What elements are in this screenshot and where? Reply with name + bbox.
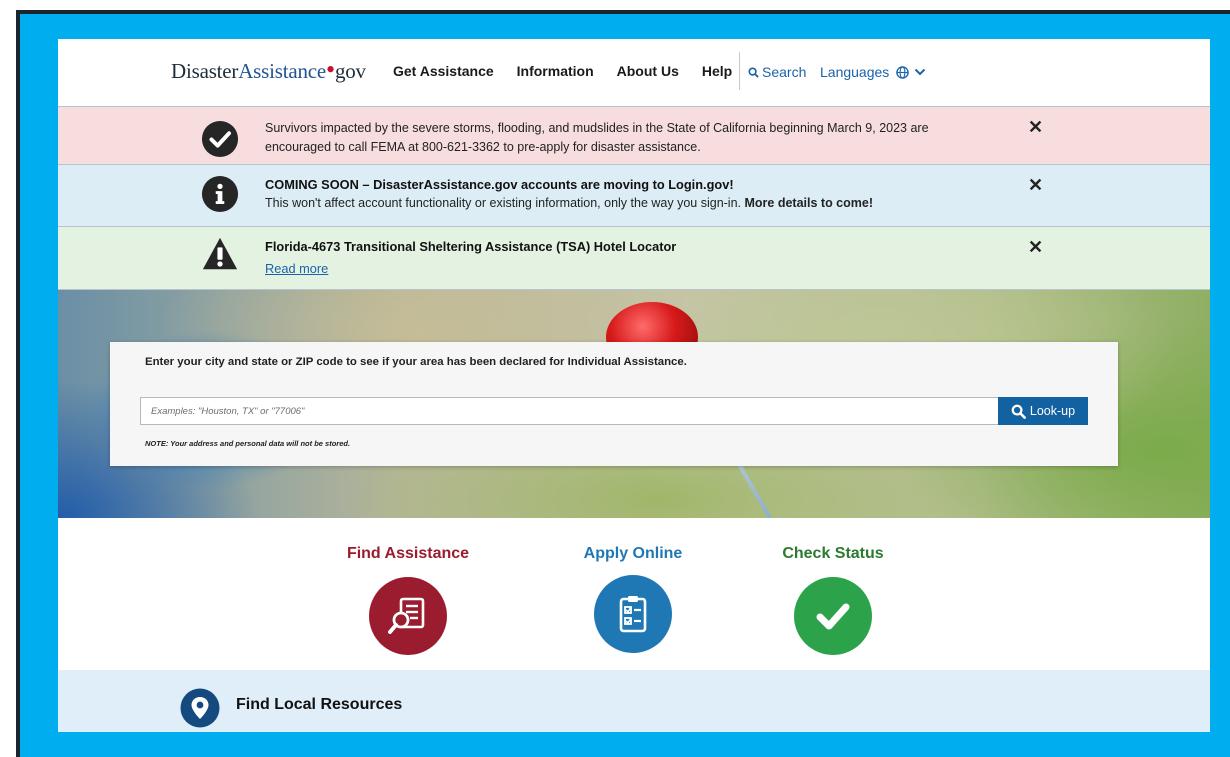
- logo-dot: •: [326, 55, 335, 84]
- find-assistance-icon-circle: [369, 577, 447, 655]
- apply-online-icon-circle: [594, 575, 672, 653]
- alert-florida-tsa-link-row: Read more: [265, 259, 985, 279]
- alert-login-gov-title: COMING SOON – DisasterAssistance.gov acc…: [265, 177, 734, 192]
- lookup-button-label: Look-up: [1029, 404, 1076, 418]
- logo-text-disaster: Disaster: [171, 59, 239, 83]
- check-circle-icon: [201, 120, 239, 158]
- search-icon: [748, 67, 759, 78]
- find-assistance-label: Find Assistance: [346, 545, 470, 562]
- find-local-resources-label: Find Local Resources: [236, 696, 403, 713]
- map-pin-icon: [180, 688, 220, 728]
- address-lookup-card: Enter your city and state or ZIP code to…: [110, 342, 1118, 466]
- nav-help[interactable]: Help: [702, 63, 732, 79]
- site-logo[interactable]: DisasterAssistance•gov: [171, 57, 366, 84]
- lookup-button[interactable]: Look-up: [998, 397, 1088, 425]
- languages-label: Languages: [820, 64, 890, 80]
- check-status-label: Check Status: [782, 545, 884, 562]
- alert-florida-tsa-title: Florida-4673 Transitional Sheltering Ass…: [265, 239, 677, 254]
- alert-login-gov-text: COMING SOON – DisasterAssistance.gov acc…: [265, 175, 985, 213]
- globe-icon: [896, 66, 909, 79]
- close-alert-login-gov-button[interactable]: ✕: [1028, 175, 1043, 196]
- close-alert-california-button[interactable]: ✕: [1028, 117, 1043, 138]
- nav-get-assistance[interactable]: Get Assistance: [393, 63, 494, 79]
- nav-about-us[interactable]: About Us: [617, 63, 679, 79]
- clipboard-checklist-icon: [619, 596, 647, 633]
- logo-text-gov: gov: [334, 59, 366, 83]
- page: DisasterAssistance•gov Get Assistance In…: [58, 39, 1210, 732]
- privacy-note: NOTE: Your address and personal data wil…: [145, 439, 351, 448]
- alert-florida-tsa-text: Florida-4673 Transitional Sheltering Ass…: [265, 237, 985, 279]
- check-status-icon-circle: [794, 577, 872, 655]
- apply-online-link[interactable]: Apply Online: [571, 545, 695, 653]
- search-label: Search: [762, 64, 807, 80]
- check-status-link[interactable]: Check Status: [776, 545, 890, 655]
- chevron-down-icon: [914, 68, 926, 76]
- alert-login-gov-body: This won't affect account functionality …: [265, 194, 985, 213]
- find-local-resources-section[interactable]: Find Local Resources: [58, 670, 1210, 732]
- site-header: DisasterAssistance•gov Get Assistance In…: [58, 39, 1210, 106]
- logo-text-assistance: Assistance: [238, 59, 327, 83]
- main-nav: Get Assistance Information About Us Help: [393, 63, 755, 79]
- nav-divider: [739, 52, 740, 90]
- search-link[interactable]: Search: [748, 64, 806, 80]
- alert-login-gov-body-bold: More details to come!: [744, 196, 874, 210]
- apply-online-label: Apply Online: [583, 545, 683, 562]
- alert-login-gov: COMING SOON – DisasterAssistance.gov acc…: [58, 164, 1210, 226]
- search-icon: [1011, 404, 1026, 419]
- nav-information[interactable]: Information: [517, 63, 594, 79]
- alert-california-text: Survivors impacted by the severe storms,…: [265, 121, 929, 154]
- hero-banner: Enter your city and state or ZIP code to…: [58, 290, 1210, 518]
- document-search-icon: [388, 597, 425, 634]
- alert-california: Survivors impacted by the severe storms,…: [58, 106, 1210, 164]
- read-more-link[interactable]: Read more: [265, 261, 328, 276]
- languages-dropdown[interactable]: Languages: [820, 64, 926, 80]
- warning-icon: [202, 237, 238, 270]
- alert-login-gov-body-text: This won't affect account functionality …: [265, 196, 742, 210]
- location-search-input[interactable]: [140, 397, 1001, 425]
- close-alert-florida-tsa-button[interactable]: ✕: [1028, 237, 1043, 258]
- find-assistance-link[interactable]: Find Assistance: [341, 545, 475, 655]
- lookup-instructions: Enter your city and state or ZIP code to…: [145, 356, 687, 368]
- alert-florida-tsa: Florida-4673 Transitional Sheltering Ass…: [58, 226, 1210, 290]
- info-icon: [201, 175, 239, 213]
- checkmark-icon: [816, 603, 850, 630]
